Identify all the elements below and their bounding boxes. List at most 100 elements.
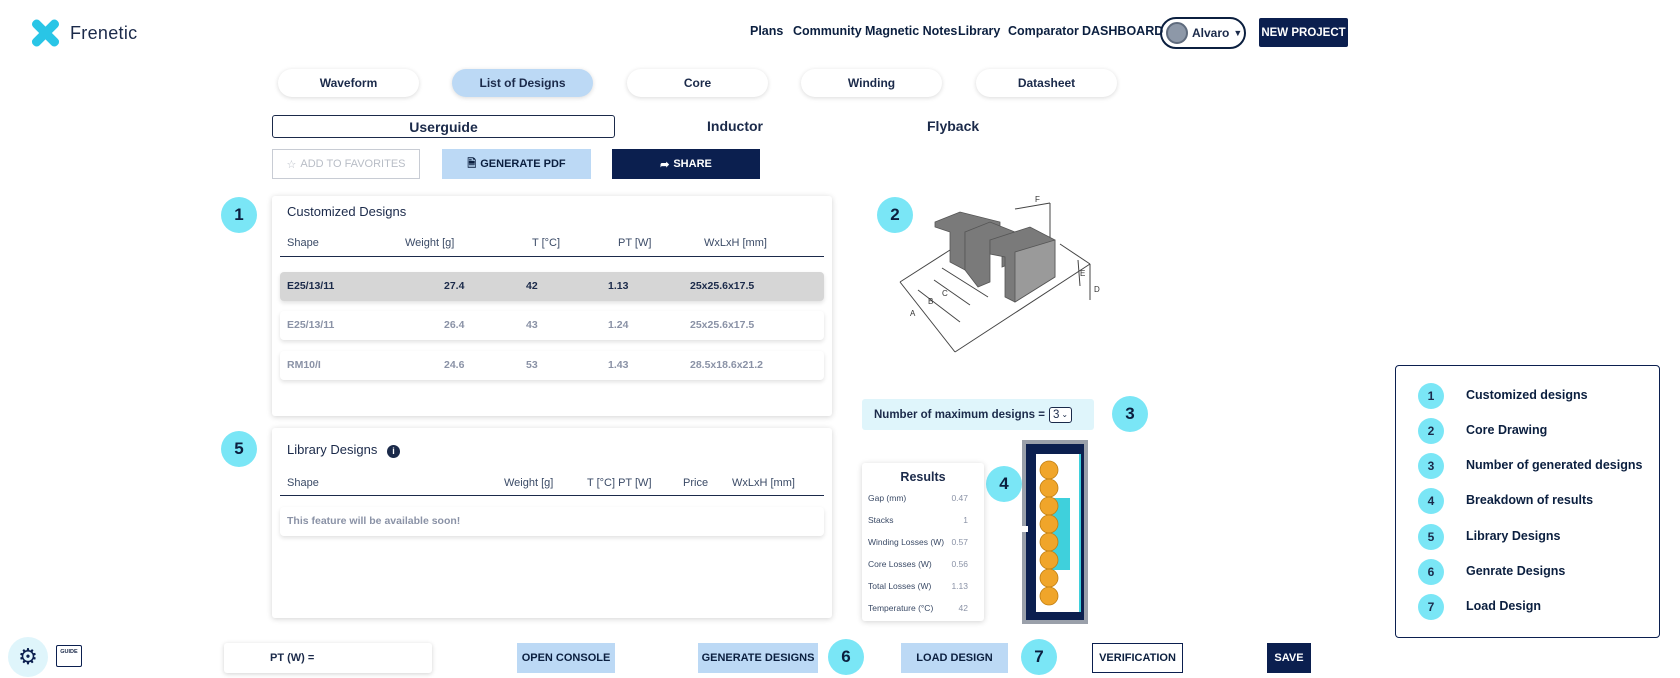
nav-magnetic-notes[interactable]: Magnetic Notes: [865, 24, 957, 38]
share-button[interactable]: ➦ SHARE: [612, 149, 760, 179]
generate-pdf-button[interactable]: 🗎 GENERATE PDF: [442, 149, 591, 179]
legend-number: 2: [1418, 418, 1444, 444]
dim-label-d: D: [1094, 285, 1100, 294]
max-designs-label: Number of maximum designs =: [874, 408, 1045, 421]
badge-4: 4: [986, 466, 1022, 502]
max-designs-select[interactable]: 3 ⌄: [1048, 406, 1073, 423]
result-value: 1.13: [951, 581, 968, 591]
dim-label-f: F: [1035, 195, 1040, 204]
col-weight: Weight [g]: [405, 237, 455, 249]
nav-library[interactable]: Library: [958, 24, 1000, 38]
tab-waveform[interactable]: Waveform: [278, 69, 419, 97]
guide-icon[interactable]: GUIDE: [56, 645, 82, 667]
frenetic-logo-icon: [28, 17, 62, 49]
tab-datasheet[interactable]: Datasheet: [976, 69, 1117, 97]
legend-number: 4: [1418, 488, 1444, 514]
badge-7: 7: [1021, 639, 1057, 675]
max-designs-control: Number of maximum designs = 3 ⌄: [862, 399, 1094, 430]
result-value: 1: [963, 515, 968, 525]
table-row[interactable]: E25/13/11 27.4 42 1.13 25x25.6x17.5: [280, 272, 824, 301]
brand-name: Frenetic: [70, 22, 138, 43]
subtab-userguide[interactable]: Userguide: [272, 115, 615, 138]
winding-drawing: [1022, 440, 1088, 624]
legend-text: Genrate Designs: [1466, 564, 1566, 578]
nav-plans[interactable]: Plans: [750, 24, 783, 38]
pdf-file-icon: 🗎: [467, 157, 477, 170]
badge-3: 3: [1112, 396, 1148, 432]
tab-core[interactable]: Core: [627, 69, 768, 97]
result-value: 0.56: [951, 559, 968, 569]
pt-input[interactable]: PT (W) =: [224, 643, 432, 673]
avatar-icon: [1166, 22, 1188, 44]
save-button[interactable]: SAVE: [1267, 643, 1311, 673]
result-label: Temperature (°C): [868, 603, 934, 613]
result-value: 0.47: [951, 493, 968, 503]
legend-text: Breakdown of results: [1466, 493, 1594, 507]
verification-button[interactable]: VERIFICATION: [1092, 643, 1183, 673]
load-design-button[interactable]: LOAD DESIGN: [901, 643, 1008, 673]
generate-designs-button[interactable]: GENERATE DESIGNS: [698, 643, 818, 673]
col-weight: Weight [g]: [504, 477, 554, 489]
col-shape: Shape: [287, 477, 319, 489]
dim-label-c: C: [942, 289, 948, 298]
legend-text: Core Drawing: [1466, 423, 1548, 437]
result-label: Total Losses (W): [868, 581, 932, 591]
legend-number: 6: [1418, 559, 1444, 585]
badge-1: 1: [221, 197, 257, 233]
dim-label-b: B: [928, 297, 933, 306]
caret-down-icon: ▼: [1233, 28, 1243, 38]
empty-state: This feature will be available soon!: [280, 507, 824, 536]
customized-designs-title: Customized Designs: [287, 204, 407, 219]
results-title: Results: [900, 470, 946, 484]
chevron-down-icon: ⌄: [1061, 410, 1069, 419]
result-label: Gap (mm): [868, 493, 907, 503]
badge-6: 6: [828, 639, 864, 675]
header-divider: [280, 495, 824, 496]
tab-winding[interactable]: Winding: [801, 69, 942, 97]
add-to-favorites-button[interactable]: ☆ ADD TO FAVORITES: [272, 149, 420, 179]
col-temp: T [°C]: [532, 237, 561, 249]
table-row[interactable]: E25/13/11 26.4 43 1.24 25x25.6x17.5: [280, 311, 824, 340]
star-icon: ☆: [286, 158, 297, 171]
pt-label: PT (W) =: [270, 652, 315, 664]
library-designs-title: Library Designs i: [287, 442, 400, 458]
nav-community[interactable]: Community: [793, 24, 862, 38]
header-divider: [280, 256, 824, 257]
legend-text: Load Design: [1466, 599, 1542, 613]
legend-number: 3: [1418, 453, 1444, 479]
col-temp-pt: T [°C] PT [W]: [587, 477, 652, 489]
settings-gear-icon[interactable]: ⚙: [8, 637, 48, 677]
nav-dashboard[interactable]: DASHBOARD: [1082, 24, 1163, 38]
subtab-flyback[interactable]: Flyback: [927, 118, 979, 134]
tab-list-of-designs[interactable]: List of Designs: [452, 69, 593, 97]
result-label: Stacks: [868, 515, 894, 525]
col-dimensions: WxLxH [mm]: [732, 477, 795, 489]
user-name: Alvaro: [1192, 26, 1230, 40]
col-price: Price: [683, 477, 709, 489]
legend-text: Customized designs: [1466, 388, 1588, 402]
badge-5: 5: [221, 431, 257, 467]
legend-text: Library Designs: [1466, 529, 1561, 543]
library-designs-card: Library Designs i Shape Weight [g] T [°C…: [272, 428, 832, 618]
col-dimensions: WxLxH [mm]: [704, 237, 767, 249]
core-drawing: F E D A B C: [899, 195, 1100, 353]
result-label: Core Losses (W): [868, 559, 932, 569]
open-console-button[interactable]: OPEN CONSOLE: [517, 643, 615, 673]
result-label: Winding Losses (W): [868, 537, 945, 547]
brand-logo[interactable]: Frenetic: [28, 17, 138, 49]
results-card: Results Gap (mm) 0.47 Stacks 1 Winding Los…: [862, 463, 984, 621]
legend-number: 5: [1418, 524, 1444, 550]
new-project-button[interactable]: NEW PROJECT: [1259, 18, 1348, 47]
dim-label-a: A: [910, 309, 916, 318]
dim-label-e: E: [1080, 269, 1085, 278]
legend-panel: 1 Customized designs 2 Core Drawing 3 Nu…: [1395, 365, 1660, 638]
user-menu-button[interactable]: Alvaro ▼: [1160, 17, 1246, 49]
legend-number: 7: [1418, 594, 1444, 620]
table-row[interactable]: RM10/I 24.6 53 1.43 28.5x18.6x21.2: [280, 351, 824, 380]
col-pt: PT [W]: [618, 237, 652, 249]
subtab-inductor[interactable]: Inductor: [707, 118, 763, 134]
info-icon[interactable]: i: [386, 445, 400, 458]
nav-comparator[interactable]: Comparator: [1008, 24, 1079, 38]
legend-number: 1: [1418, 383, 1444, 409]
customized-designs-card: Customized Designs Shape Weight [g] T [°…: [272, 196, 832, 416]
